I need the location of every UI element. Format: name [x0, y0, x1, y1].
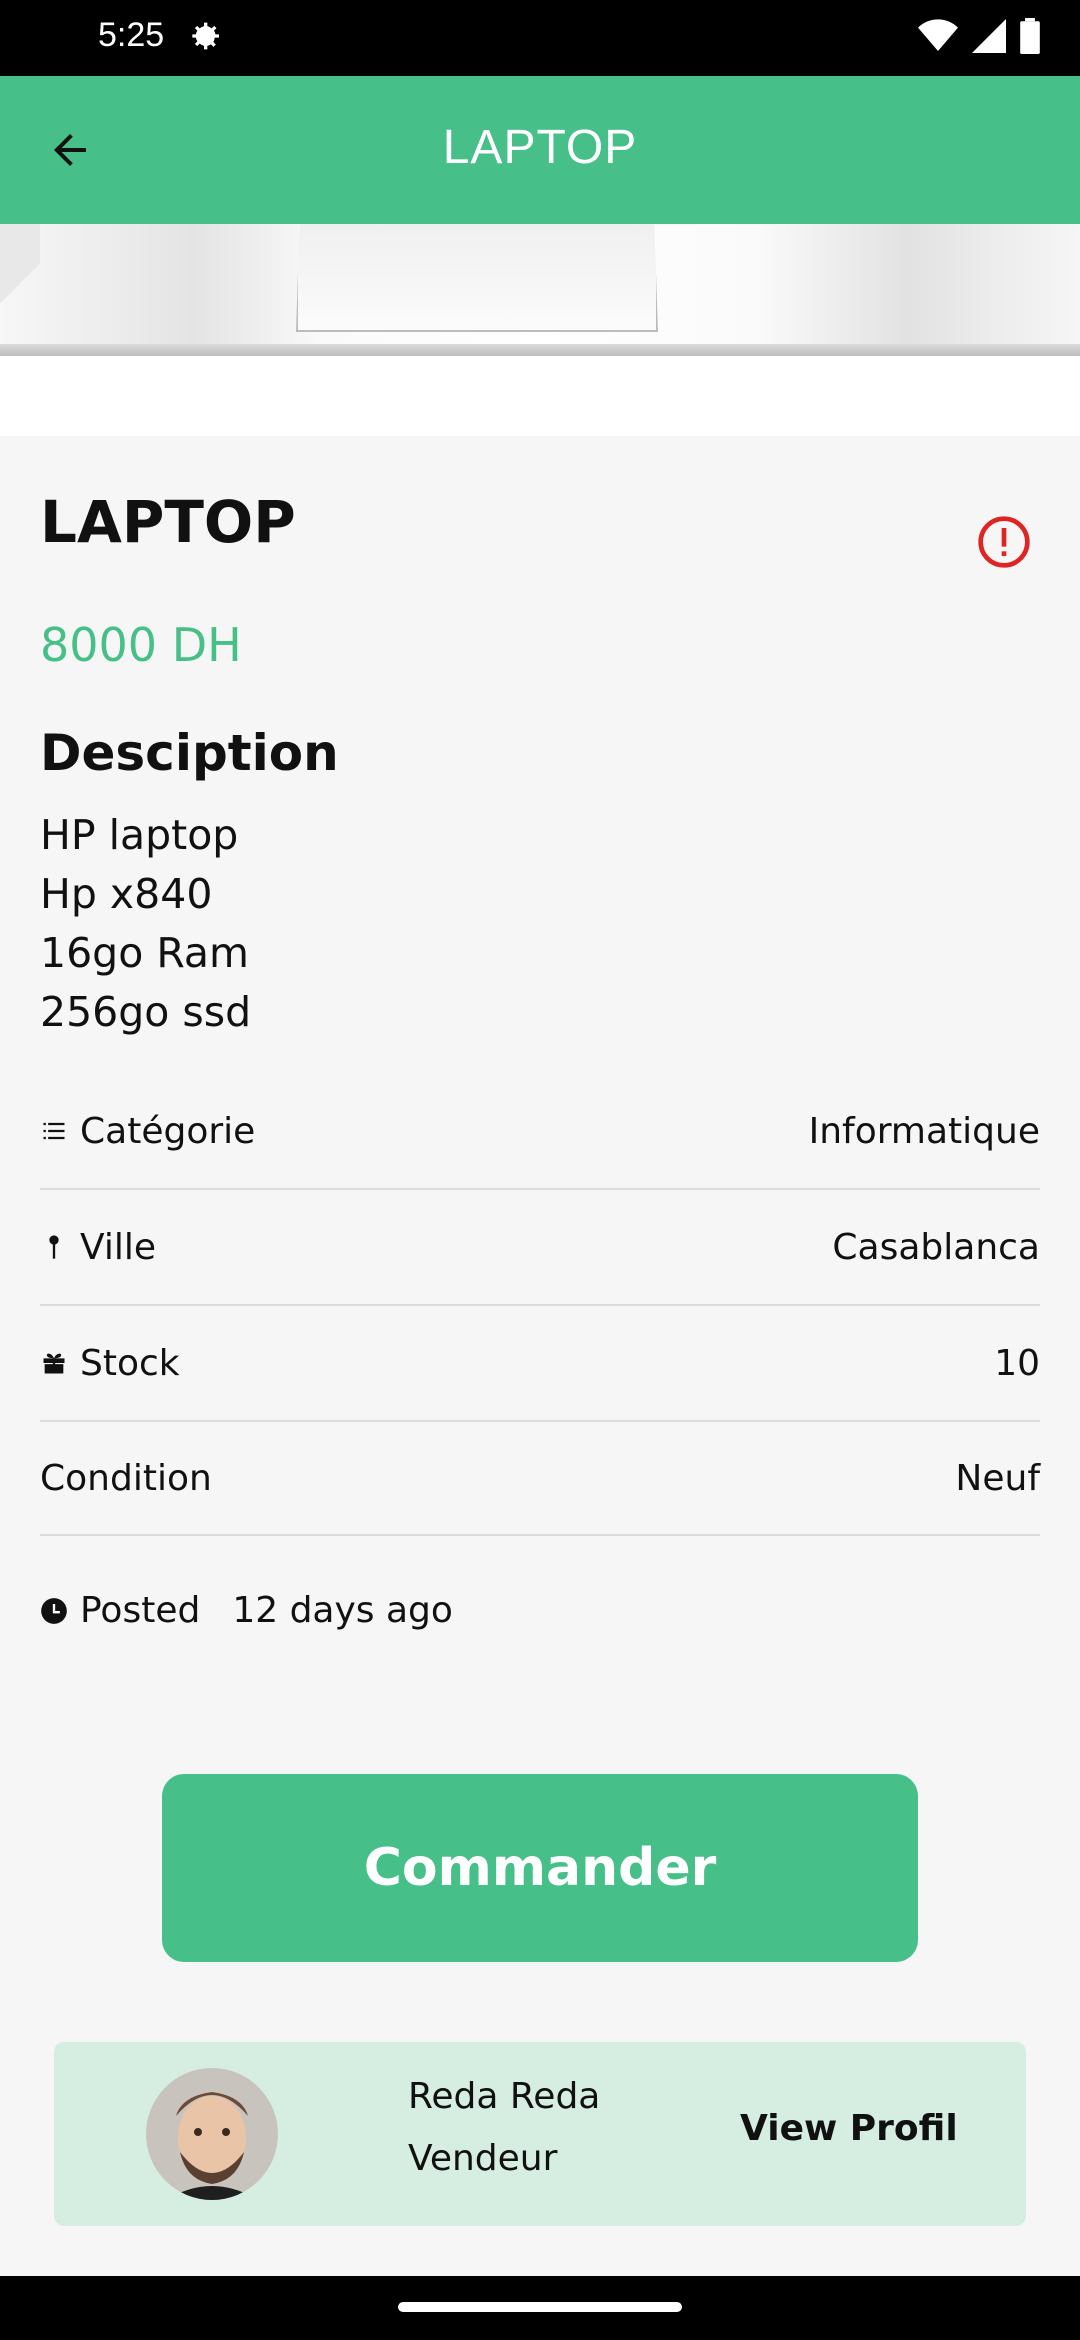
- product-price: 8000 DH: [40, 618, 242, 672]
- description-line: 256go ssd: [40, 988, 252, 1036]
- order-button[interactable]: Commander: [162, 1774, 918, 1962]
- laptop-edge: [0, 344, 1080, 356]
- description-line: HP laptop: [40, 811, 239, 859]
- description-line: Hp x840: [40, 870, 213, 918]
- stock-value: 10: [994, 1342, 1040, 1384]
- report-alert-icon[interactable]: [976, 514, 1032, 570]
- description-text: HP laptop Hp x840 16go Ram 256go ssd: [40, 806, 251, 1042]
- posted-label: Posted: [80, 1590, 201, 1631]
- category-label: Catégorie: [80, 1110, 256, 1152]
- battery-icon: [1020, 18, 1040, 54]
- laptop-corner: [0, 224, 40, 344]
- app-bar: LAPTOP: [0, 76, 1080, 224]
- detail-row-category: Catégorie Informatique: [40, 1074, 1040, 1190]
- clock-icon: [41, 1597, 67, 1624]
- description-line: 16go Ram: [40, 929, 249, 977]
- product-image[interactable]: [0, 224, 1080, 356]
- condition-value: Neuf: [955, 1457, 1040, 1499]
- wifi-icon: [918, 19, 958, 51]
- condition-label: Condition: [40, 1457, 212, 1499]
- box-icon: [40, 1349, 68, 1377]
- seller-card: Reda Reda Vendeur View Profil: [54, 2042, 1026, 2226]
- laptop-trackpad: [296, 224, 658, 332]
- detail-row-stock: Stock 10: [40, 1306, 1040, 1422]
- status-bar: 5:25: [0, 0, 1080, 76]
- product-title: LAPTOP: [40, 488, 296, 556]
- city-label: Ville: [80, 1226, 156, 1268]
- pin-icon: [40, 1233, 68, 1261]
- detail-row-city: Ville Casablanca: [40, 1190, 1040, 1306]
- image-spacer: [0, 356, 1080, 436]
- status-time: 5:25: [98, 16, 165, 54]
- posted-value: 12 days ago: [232, 1590, 453, 1631]
- category-value: Informatique: [808, 1110, 1040, 1152]
- detail-row-condition: Condition Neuf: [40, 1422, 1040, 1536]
- seller-avatar[interactable]: [146, 2068, 278, 2200]
- system-nav-bar: [0, 2276, 1080, 2340]
- home-gesture-handle[interactable]: [398, 2302, 682, 2312]
- city-value: Casablanca: [832, 1226, 1040, 1268]
- stock-label: Stock: [80, 1342, 180, 1384]
- view-profile-button[interactable]: View Profil: [740, 2108, 958, 2149]
- cellular-signal-icon: [972, 19, 1006, 53]
- posted-info: Posted 12 days ago: [40, 1590, 453, 1631]
- app-bar-title: LAPTOP: [442, 121, 638, 174]
- settings-gear-icon: [192, 22, 219, 50]
- seller-role: Vendeur: [408, 2138, 558, 2179]
- description-title: Desciption: [40, 724, 339, 782]
- list-icon: [40, 1117, 68, 1145]
- seller-name: Reda Reda: [408, 2076, 601, 2117]
